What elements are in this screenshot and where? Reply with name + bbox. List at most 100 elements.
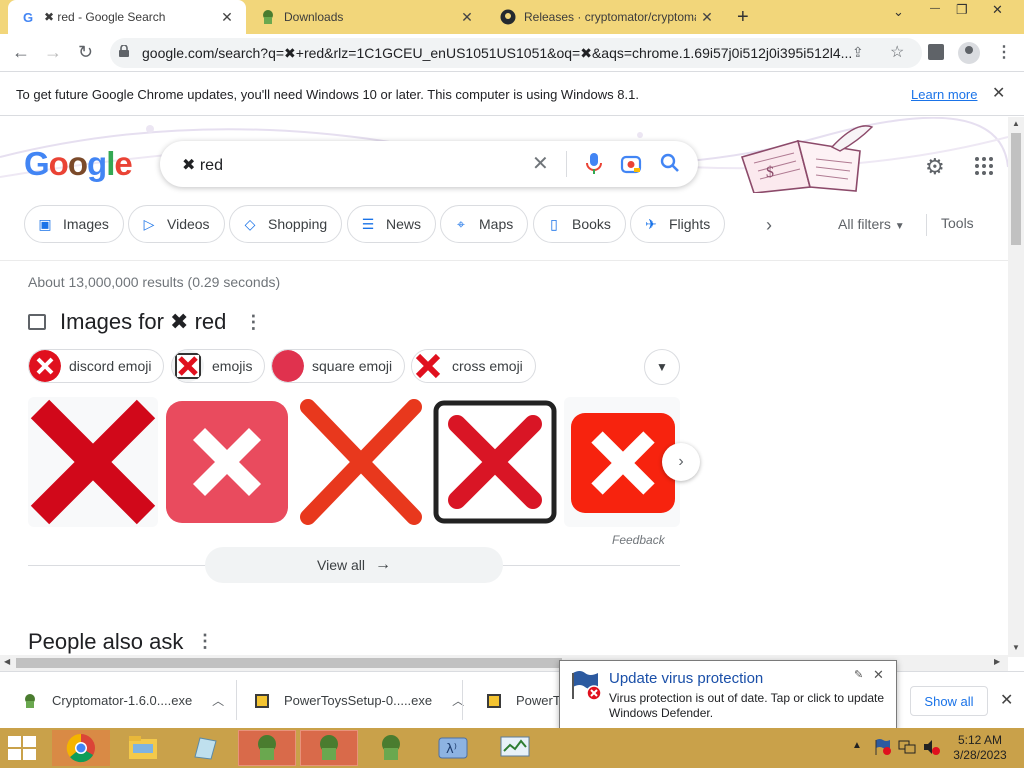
windows-defender-notification[interactable]: Update virus protection Virus protection…: [559, 660, 897, 730]
image-result[interactable]: [432, 397, 558, 527]
tab-close-icon[interactable]: ✕: [216, 9, 238, 26]
images-section-header: Images for ✖ red ⋮: [28, 309, 262, 335]
notification-close-icon[interactable]: ✕: [873, 667, 884, 683]
tab-search-button[interactable]: ⌄: [893, 4, 904, 20]
forward-button[interactable]: →: [44, 42, 62, 63]
result-stats: About 13,000,000 results (0.29 seconds): [28, 274, 281, 290]
tag-icon: ◇: [244, 215, 256, 232]
chip-thumbnail: [412, 350, 444, 382]
infobar-message: To get future Google Chrome updates, you…: [16, 87, 639, 102]
chips-scroll-right-icon[interactable]: ›: [766, 215, 772, 236]
more-options-icon[interactable]: ⋮: [244, 312, 262, 333]
download-item[interactable]: Cryptomator-1.6.0....exe ︿: [22, 672, 224, 729]
back-button[interactable]: ←: [12, 42, 30, 63]
tab-github-releases[interactable]: Releases · cryptomator/cryptoma ✕: [488, 0, 726, 34]
tools-button[interactable]: Tools: [941, 215, 974, 231]
show-all-downloads-button[interactable]: Show all: [910, 686, 988, 716]
download-item[interactable]: PowerTo: [486, 672, 567, 729]
reload-button[interactable]: ↻: [78, 42, 93, 63]
chip-label: Books: [572, 216, 611, 232]
action-center-flag-icon[interactable]: [874, 738, 892, 756]
scroll-down-arrow-icon[interactable]: ▼: [1012, 643, 1020, 652]
chip-shopping[interactable]: ◇ Shopping: [229, 205, 343, 243]
book-icon: ▯: [550, 215, 558, 232]
microphone-icon[interactable]: [586, 153, 602, 175]
taskbar-notes-app[interactable]: [176, 730, 234, 766]
chevron-up-icon[interactable]: ︿: [212, 692, 224, 709]
downloads-bar-close-icon[interactable]: ✕: [1000, 690, 1013, 710]
chip-news[interactable]: ☰ News: [347, 205, 437, 243]
scroll-left-arrow-icon[interactable]: ◀: [4, 657, 10, 666]
scrollbar-thumb[interactable]: [1011, 133, 1021, 245]
related-chip-discord-emoji[interactable]: discord emoji: [28, 349, 165, 383]
doodle-book-icon: $: [740, 125, 874, 193]
windows-start-icon[interactable]: [8, 736, 38, 760]
download-item[interactable]: PowerToysSetup-0.....exe ︿: [254, 672, 464, 729]
taskbar-resource-monitor[interactable]: [486, 730, 544, 766]
windows-taskbar: λ⁾ ▲ 5:12 AM 3/28/2023: [0, 728, 1024, 768]
extension-icon[interactable]: [928, 44, 944, 60]
window-close-button[interactable]: ✕: [992, 2, 1003, 18]
clear-search-icon[interactable]: ✕: [532, 151, 549, 176]
taskbar-cryptomator-3[interactable]: [362, 730, 420, 766]
tab-google-search[interactable]: G ✖ red - Google Search ✕: [8, 0, 246, 34]
related-chip-cross-emoji[interactable]: cross emoji: [411, 349, 536, 383]
image-result[interactable]: [28, 397, 158, 527]
bookmark-star-icon[interactable]: ☆: [890, 42, 904, 62]
image-result[interactable]: [166, 397, 288, 527]
restore-button[interactable]: ❐: [956, 2, 968, 18]
related-chip-square-emoji[interactable]: square emoji: [271, 349, 406, 383]
minimize-button[interactable]: —: [930, 3, 940, 14]
chip-flights[interactable]: ✈ Flights: [630, 205, 726, 243]
infobar-close-icon[interactable]: ✕: [992, 83, 1005, 103]
search-box[interactable]: ✖ red ✕: [160, 141, 698, 187]
images-title[interactable]: Images for ✖ red: [60, 309, 226, 335]
images-scroll-right-icon[interactable]: ›: [662, 443, 700, 481]
feedback-link[interactable]: Feedback: [612, 533, 665, 547]
chrome-menu-icon[interactable]: ⋮: [996, 42, 1012, 62]
chip-books[interactable]: ▯ Books: [533, 205, 626, 243]
powertoys-installer-icon: [255, 693, 269, 708]
taskbar-file-explorer[interactable]: [114, 730, 172, 766]
folder-icon: [129, 736, 157, 759]
chip-videos[interactable]: ▷ Videos: [128, 205, 225, 243]
learn-more-link[interactable]: Learn more: [911, 87, 977, 102]
chip-images[interactable]: ▣ Images: [24, 205, 124, 243]
tab-title: ✖ red - Google Search: [44, 10, 166, 24]
scroll-right-arrow-icon[interactable]: ▶: [994, 657, 1000, 666]
tab-close-icon[interactable]: ✕: [456, 9, 478, 26]
tab-close-icon[interactable]: ✕: [696, 9, 718, 26]
google-logo[interactable]: Google: [24, 145, 133, 183]
search-icon[interactable]: [660, 153, 680, 173]
related-chip-emojis[interactable]: emojis: [171, 349, 266, 383]
volume-muted-icon[interactable]: [922, 738, 940, 756]
view-all-button[interactable]: View all →: [205, 547, 503, 583]
notes-icon: [194, 737, 217, 760]
chip-maps[interactable]: ⌖ Maps: [440, 205, 529, 243]
all-filters-button[interactable]: All filters ▼: [838, 216, 905, 232]
url-text[interactable]: google.com/search?q=✖+red&rlz=1C1GCEU_en…: [142, 45, 862, 62]
taskbar-lambda-app[interactable]: λ⁾: [424, 730, 482, 766]
taskbar-cryptomator-1[interactable]: [238, 730, 296, 766]
taskbar-cryptomator-2[interactable]: [300, 730, 358, 766]
vertical-scrollbar[interactable]: ▲ ▼: [1008, 117, 1024, 657]
scroll-up-arrow-icon[interactable]: ▲: [1012, 119, 1020, 128]
expand-chips-chevron-down-icon[interactable]: ▼: [644, 349, 680, 385]
taskbar-chrome[interactable]: [52, 730, 110, 766]
search-query[interactable]: ✖ red: [182, 155, 223, 175]
scrollbar-thumb[interactable]: [16, 658, 562, 668]
address-bar[interactable]: google.com/search?q=✖+red&rlz=1C1GCEU_en…: [110, 38, 922, 68]
new-tab-button[interactable]: +: [737, 6, 749, 29]
system-clock[interactable]: 5:12 AM 3/28/2023: [950, 733, 1010, 763]
google-apps-icon[interactable]: [975, 157, 993, 175]
more-options-icon[interactable]: ⋮: [196, 631, 214, 652]
tab-downloads[interactable]: Downloads ✕: [248, 0, 486, 34]
pin-icon[interactable]: ✎: [854, 668, 863, 681]
profile-avatar[interactable]: [958, 42, 980, 64]
google-lens-icon[interactable]: [620, 153, 642, 175]
share-icon[interactable]: ⇪: [852, 44, 864, 61]
network-icon[interactable]: [898, 738, 916, 756]
show-hidden-icons-icon[interactable]: ▲: [852, 740, 862, 751]
settings-gear-icon[interactable]: ⚙: [925, 154, 945, 180]
image-result[interactable]: [296, 397, 426, 527]
